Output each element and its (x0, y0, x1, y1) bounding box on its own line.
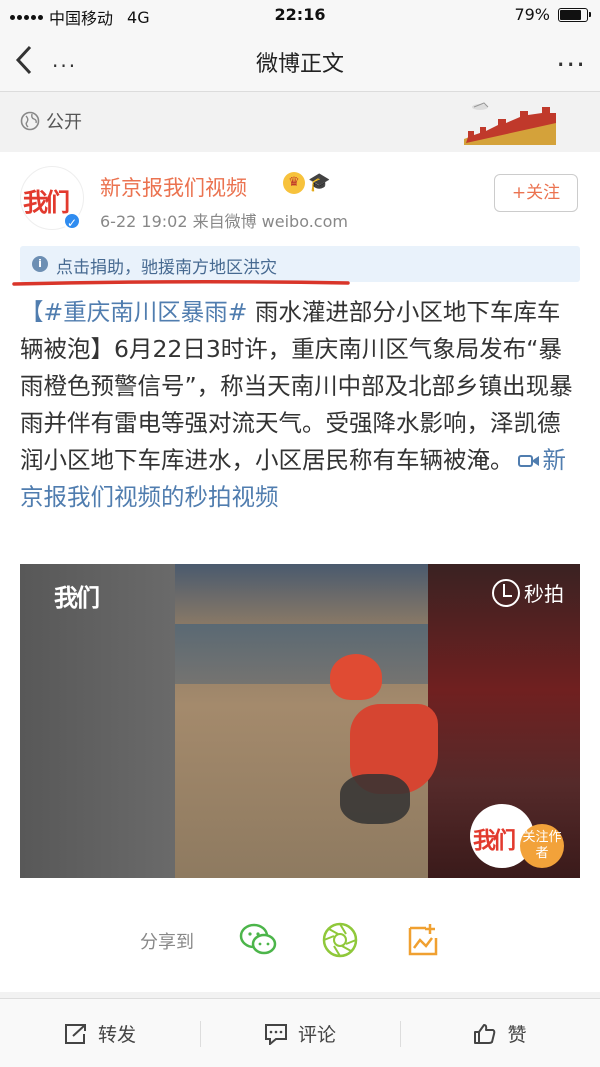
video-author-logo-text: 我们 (473, 828, 516, 854)
like-button[interactable]: 赞 (400, 999, 600, 1067)
graduation-cap-icon: 🎓 (308, 172, 331, 194)
donate-text: 点击捐助，驰援南方地区洪灾 (56, 258, 277, 278)
user-badges: ♛ 🎓 (283, 172, 330, 194)
crown-badge-icon: ♛ (283, 172, 305, 194)
wechat-icon[interactable] (238, 920, 278, 960)
repost-icon (64, 1023, 86, 1044)
share-label: 分享到 (140, 932, 194, 953)
miaopai-icon (492, 578, 520, 607)
battery-info: 79% (514, 5, 591, 24)
rider-helmet (330, 654, 382, 700)
battery-fill (560, 9, 581, 20)
battery-icon (558, 7, 591, 22)
comment-label: 评论 (297, 1024, 336, 1046)
great-wall-icon (464, 102, 556, 145)
like-label: 赞 (507, 1024, 527, 1046)
status-bar: 中国移动 4G 22:16 79% (0, 0, 600, 30)
miaopai-watermark: 秒拍 (492, 578, 564, 607)
visibility-row: 公开 (0, 93, 600, 149)
comment-icon (264, 1023, 287, 1045)
video-watermark-logo: 我们 (54, 584, 100, 612)
verified-icon: ✓ (63, 212, 81, 230)
album-icon[interactable] (402, 920, 442, 960)
post-body: 【#重庆南川区暴雨# 雨水灌进部分小区地下车库车辆被泡】6月22日3时许，重庆南… (20, 294, 582, 516)
share-row: 分享到 (0, 912, 600, 968)
nav-bar: ... 微博正文 ... (0, 30, 600, 92)
page-title: 微博正文 (255, 52, 344, 77)
hashtag-link[interactable]: 【#重庆南川区暴雨# (20, 298, 247, 326)
scooter-wheel (340, 774, 410, 824)
comment-button[interactable]: 评论 (200, 999, 400, 1067)
post-card: 我们 ✓ 新京报我们视频 ♛ 🎓 6-22 19:02 来自微博 weibo.c… (0, 152, 600, 992)
miaopai-label: 秒拍 (524, 582, 564, 606)
thumbs-up-icon (474, 1023, 496, 1044)
author-name[interactable]: 新京报我们视频 (100, 172, 247, 202)
follow-author-button[interactable]: 关注作者 (520, 824, 564, 868)
moments-icon[interactable] (320, 920, 360, 960)
battery-percent: 79% (514, 5, 550, 24)
donate-banner[interactable]: i 点击捐助，驰援南方地区洪灾 (20, 246, 580, 282)
post-meta: 6-22 19:02 来自微博 weibo.com (100, 212, 348, 231)
avatar-logo-text: 我们 (23, 188, 70, 217)
repost-button[interactable]: 转发 (0, 999, 200, 1067)
info-icon: i (32, 256, 48, 272)
follow-button[interactable]: +关注 (494, 174, 578, 212)
repost-label: 转发 (97, 1024, 136, 1046)
globe-icon (20, 111, 40, 131)
video-camera-icon (517, 455, 539, 467)
visibility-label: 公开 (46, 112, 82, 133)
video-player[interactable]: 我们 秒拍 我们 关注作者 (20, 564, 580, 878)
video-background (175, 624, 428, 684)
bottom-action-bar: 转发 评论 赞 (0, 998, 600, 1067)
clock: 22:16 (274, 5, 326, 24)
red-underline-mark (12, 279, 350, 286)
more-options-icon[interactable]: ... (556, 40, 586, 73)
